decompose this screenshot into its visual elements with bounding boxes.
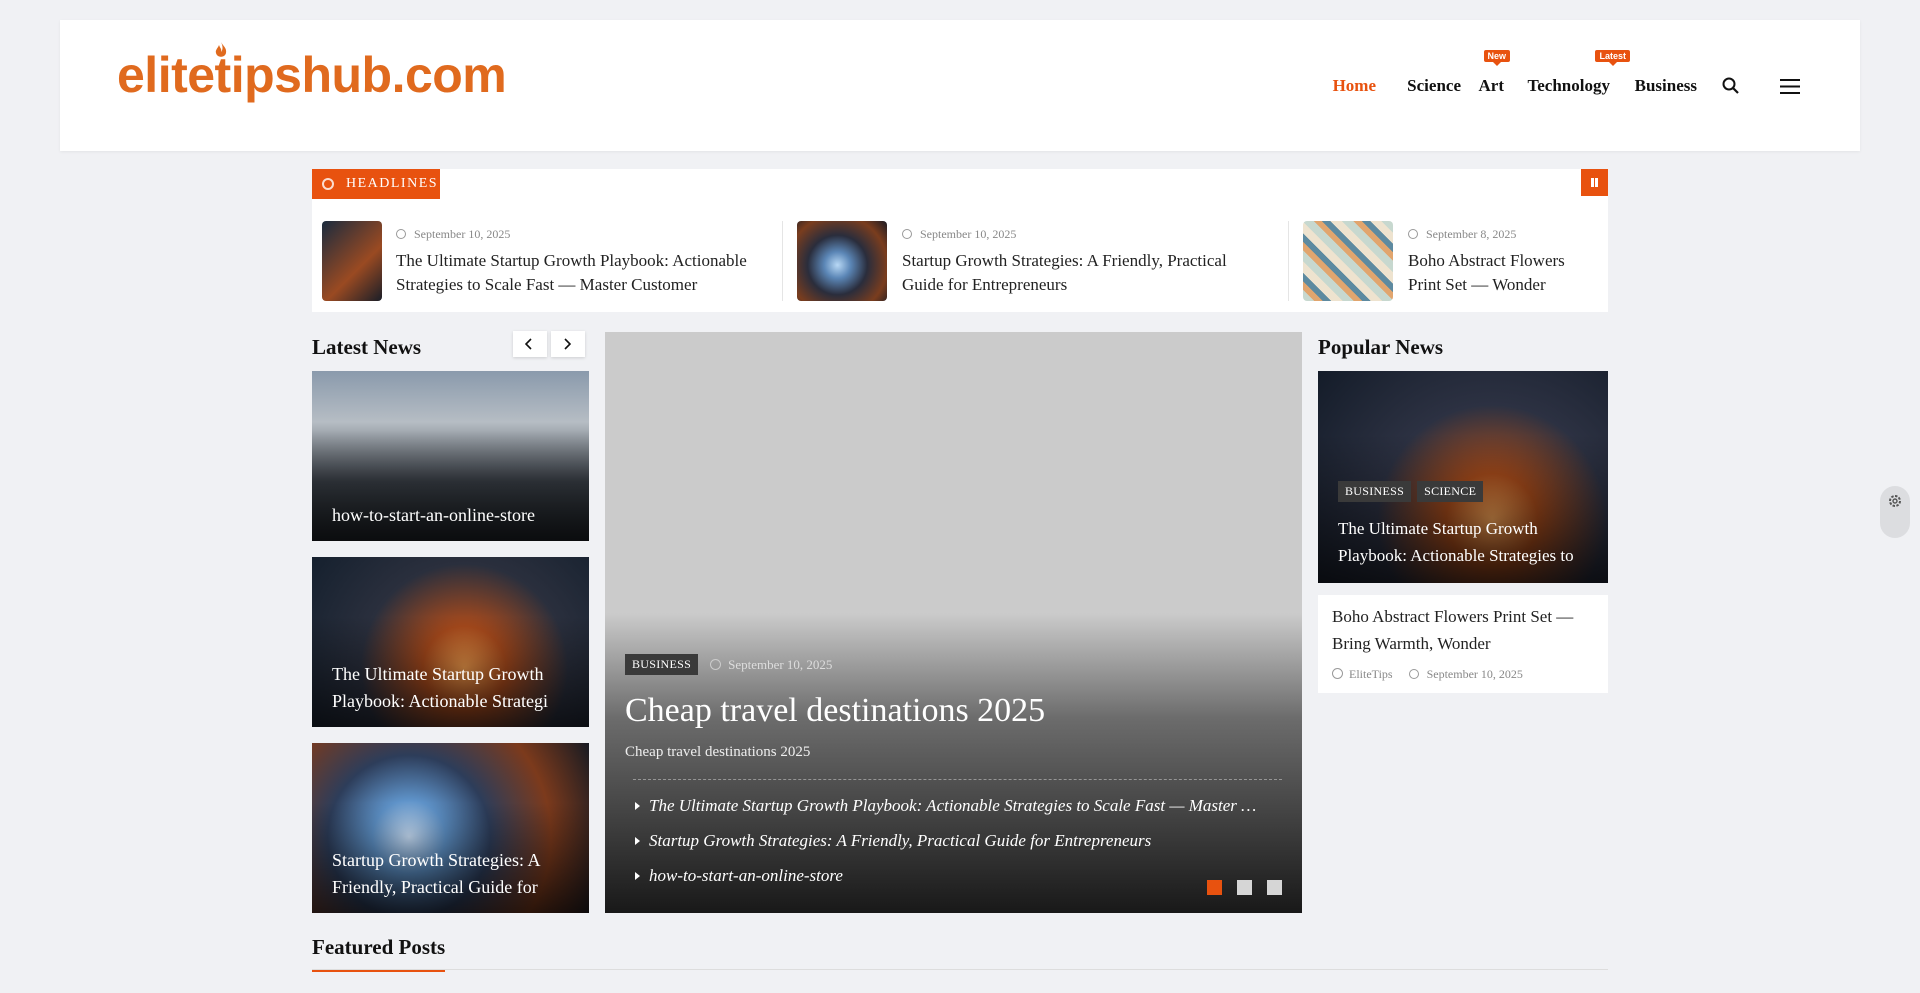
- headline-item[interactable]: September 10, 2025 Startup Growth Strate…: [797, 221, 1257, 301]
- pause-button[interactable]: [1581, 169, 1608, 196]
- featured-posts-title: Featured Posts: [312, 935, 446, 972]
- category-tag[interactable]: BUSINESS: [1338, 481, 1412, 502]
- site-header: elitetipshub.com Home Science Art New Tec…: [60, 20, 1860, 151]
- category-tag[interactable]: SCIENCE: [1417, 481, 1484, 502]
- search-icon[interactable]: [1722, 77, 1740, 100]
- headline-thumbnail: [1303, 221, 1393, 301]
- slider-list-item[interactable]: The Ultimate Startup Growth Playbook: Ac…: [633, 794, 1263, 829]
- logo-text: elitetipshub.com: [117, 47, 507, 103]
- latest-news-title: Latest News: [312, 335, 422, 359]
- nav-item-technology[interactable]: Technology Latest: [1527, 50, 1630, 96]
- new-badge: New: [1483, 50, 1511, 66]
- clock-icon: [1408, 229, 1418, 239]
- next-button[interactable]: [551, 331, 585, 357]
- headline-date: September 8, 2025: [1408, 227, 1516, 242]
- slider-list-item[interactable]: Startup Growth Strategies: A Friendly, P…: [633, 829, 1263, 864]
- tag-list: BUSINESS SCIENCE: [1338, 481, 1484, 502]
- author-name[interactable]: EliteTips: [1349, 667, 1393, 681]
- slider-meta: BUSINESS September 10, 2025: [625, 654, 832, 675]
- headline-date-text: September 10, 2025: [414, 227, 511, 241]
- nav-item-home[interactable]: Home: [1333, 76, 1376, 96]
- category-tag[interactable]: BUSINESS: [625, 654, 699, 675]
- popular-news-title: Popular News: [1318, 335, 1444, 359]
- fire-icon: [322, 178, 334, 190]
- site-logo[interactable]: elitetipshub.com: [117, 42, 507, 103]
- latest-news-card[interactable]: how-to-start-an-online-store: [312, 371, 589, 541]
- nav-item-technology-label: Technology: [1527, 76, 1610, 95]
- headline-date: September 10, 2025: [396, 227, 510, 242]
- clock-icon: [902, 229, 912, 239]
- card-title[interactable]: how-to-start-an-online-store: [332, 502, 569, 529]
- slider-list: The Ultimate Startup Growth Playbook: Ac…: [633, 794, 1263, 899]
- clock-icon: [710, 658, 722, 670]
- latest-badge: Latest: [1595, 50, 1630, 66]
- slider-subtitle: Cheap travel destinations 2025: [625, 744, 811, 760]
- slider-list-item[interactable]: how-to-start-an-online-store: [633, 864, 1263, 899]
- slider-pagination: [1207, 880, 1282, 895]
- popular-feature[interactable]: BUSINESS SCIENCE The Ultimate Startup Gr…: [1318, 371, 1608, 583]
- slider-date-text: September 10, 2025: [728, 656, 833, 672]
- headline-thumbnail: [797, 221, 887, 301]
- slider-date: September 10, 2025: [710, 657, 832, 673]
- headline-thumbnail: [322, 221, 382, 301]
- nav-item-science[interactable]: Science: [1407, 76, 1461, 96]
- headline-date-text: September 10, 2025: [920, 227, 1017, 241]
- post-date: September 10, 2025: [1426, 667, 1523, 681]
- headline-date-text: September 8, 2025: [1426, 227, 1517, 241]
- slider-dot[interactable]: [1207, 880, 1222, 895]
- settings-toggle[interactable]: [1880, 486, 1910, 538]
- slider-dot[interactable]: [1237, 880, 1252, 895]
- headline-title[interactable]: Boho Abstract Flowers Print Set — Wonder: [1408, 249, 1593, 297]
- popular-card-title[interactable]: Boho Abstract Flowers Print Set — Bring …: [1332, 603, 1594, 657]
- gear-icon: [1889, 495, 1901, 507]
- headline-title[interactable]: Startup Growth Strategies: A Friendly, P…: [902, 249, 1257, 297]
- chevron-right-icon: [564, 338, 571, 350]
- flame-icon: [215, 42, 227, 57]
- divider: [633, 779, 1282, 780]
- latest-news-card[interactable]: Startup Growth Strategies: A Friendly, P…: [312, 743, 589, 913]
- featured-posts-header: Featured Posts: [312, 935, 1608, 972]
- menu-icon[interactable]: [1780, 78, 1800, 100]
- headline-title[interactable]: The Ultimate Startup Growth Playbook: Ac…: [396, 249, 762, 297]
- popular-card[interactable]: Boho Abstract Flowers Print Set — Bring …: [1318, 595, 1608, 693]
- divider: [782, 221, 783, 301]
- headlines-label-text: HEADLINES: [346, 176, 439, 191]
- card-title[interactable]: Startup Growth Strategies: A Friendly, P…: [332, 847, 569, 901]
- main-slider: BUSINESS September 10, 2025 Cheap travel…: [605, 332, 1302, 913]
- slider-dot[interactable]: [1267, 880, 1282, 895]
- clock-icon: [396, 229, 406, 239]
- prev-button[interactable]: [513, 331, 547, 357]
- headlines-label: HEADLINES: [312, 169, 440, 199]
- nav-item-business[interactable]: Business: [1635, 76, 1697, 96]
- headline-date: September 10, 2025: [902, 227, 1016, 242]
- nav-item-art-label: Art: [1478, 76, 1504, 95]
- headline-item[interactable]: September 8, 2025 Boho Abstract Flowers …: [1303, 221, 1593, 301]
- slider-title[interactable]: Cheap travel destinations 2025: [625, 690, 1045, 732]
- card-title[interactable]: The Ultimate Startup Growth Playbook: Ac…: [332, 661, 569, 715]
- latest-news-card[interactable]: The Ultimate Startup Growth Playbook: Ac…: [312, 557, 589, 727]
- chevron-left-icon: [525, 338, 532, 350]
- headline-item[interactable]: September 10, 2025 The Ultimate Startup …: [322, 221, 762, 301]
- user-icon: [1332, 668, 1343, 679]
- clock-icon: [1408, 669, 1419, 679]
- divider: [1288, 221, 1289, 301]
- popular-feature-title[interactable]: The Ultimate Startup Growth Playbook: Ac…: [1338, 515, 1578, 569]
- nav-item-art[interactable]: Art New: [1478, 50, 1511, 96]
- headlines-ticker: HEADLINES September 10, 2025 The Ultimat…: [312, 169, 1608, 312]
- post-meta: EliteTips September 10, 2025: [1332, 667, 1523, 682]
